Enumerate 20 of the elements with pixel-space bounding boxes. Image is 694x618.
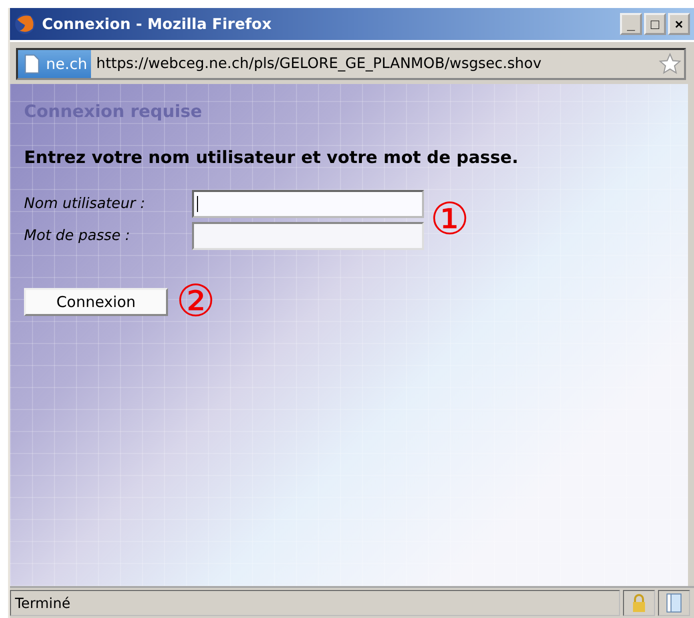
url-text: https://webceg.ne.ch/pls/GELORE_GE_PLANMOB/wsgsec.shov [95,56,542,72]
login-button[interactable]: Connexion [24,288,168,316]
annotation-number: ② [176,280,216,324]
annotation-number: ① [430,198,470,242]
field-label: Nom utilisateur : [24,196,146,212]
globe-icon [14,13,36,35]
field-label: Mot de passe : [24,228,132,244]
input-field[interactable] [192,222,424,250]
window-control-button[interactable]: □ [644,13,666,35]
page-heading: Connexion requise [24,102,204,122]
window-control-button[interactable]: × [668,13,690,35]
window-control-button[interactable]: _ [620,13,642,35]
star-icon[interactable] [659,53,681,75]
status-text: Terminé [10,590,620,616]
page-icon [24,54,40,74]
address-bar[interactable]: ne.ch https://webceg.ne.ch/pls/GELORE_GE_PLANMOB/wsgsec.shov [16,48,686,80]
window-title: Connexion - Mozilla Firefox [42,15,273,33]
instruction-text: Entrez votre nom utilisateur et votre mot de passe. [24,148,520,168]
sidebar-icon[interactable] [666,593,682,613]
input-field[interactable] [192,190,424,218]
